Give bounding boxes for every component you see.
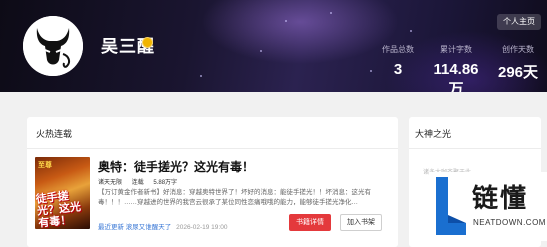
stat-label: 作品总数 bbox=[382, 45, 414, 54]
book-category[interactable]: 诸天无限 bbox=[98, 180, 122, 186]
stat-value: 114.86万 bbox=[433, 61, 479, 92]
stat-works: 作品总数 3 bbox=[380, 44, 416, 78]
divider bbox=[409, 148, 541, 149]
book-status: 连载 bbox=[131, 180, 144, 186]
latest-update: 最近更新 滚尿又谁醒天了 2026-02-19 19:00 bbox=[98, 221, 227, 231]
author-banner: 吴三醒 个人主页 作品总数 3 累计字数 114.86万 创作天数 296天 bbox=[0, 0, 547, 92]
watermark-text: 链懂 bbox=[472, 183, 529, 213]
book-description: 【万订黄金作者新书】好消息：穿越奥特世界了！坏好的消息：能徒手搓光！！坏消息：这… bbox=[98, 189, 371, 206]
author-badge-icon bbox=[142, 37, 153, 48]
watermark-logo: 链懂 NEATDOWN.COM bbox=[429, 172, 547, 241]
hot-serial-panel: 火热连载 至尊 徒手搓光？这光有毒！ 奥特：徒手搓光？这光有毒！ 诸天无限 连载… bbox=[27, 117, 398, 247]
book-details-button[interactable]: 书籍详情 bbox=[289, 214, 331, 231]
stat-words: 累计字数 114.86万 bbox=[426, 44, 486, 92]
bull-logo-icon bbox=[23, 16, 83, 76]
stat-label: 累计字数 bbox=[440, 45, 472, 54]
add-to-shelf-button[interactable]: 加入书架 bbox=[340, 214, 382, 231]
book-title[interactable]: 奥特：徒手搓光？这光有毒！ bbox=[98, 158, 254, 175]
home-button[interactable]: 个人主页 bbox=[497, 14, 541, 30]
latest-time: 2026-02-19 19:00 bbox=[176, 224, 228, 231]
stat-days: 创作天数 296天 bbox=[496, 44, 540, 82]
stat-value: 3 bbox=[393, 61, 403, 78]
book-cover[interactable]: 至尊 徒手搓光？这光有毒！ bbox=[35, 157, 90, 229]
l-logo-icon bbox=[436, 177, 466, 235]
watermark-subtext: NEATDOWN.COM bbox=[473, 218, 546, 227]
book-word-count: 5.88万字 bbox=[153, 180, 178, 186]
cover-badge: 至尊 bbox=[38, 162, 52, 169]
cover-title: 徒手搓光？这光有毒！ bbox=[35, 190, 82, 229]
stat-label: 创作天数 bbox=[502, 45, 534, 54]
stat-value: 296天 bbox=[497, 64, 539, 81]
divider bbox=[27, 148, 398, 149]
section-title: 大神之光 bbox=[415, 129, 452, 139]
latest-chapter-link[interactable]: 最近更新 滚尿又谁醒天了 bbox=[98, 224, 171, 231]
avatar[interactable] bbox=[23, 16, 83, 76]
book-meta: 诸天无限 连载 5.88万字 bbox=[98, 177, 185, 186]
section-title: 火热连载 bbox=[36, 129, 73, 139]
